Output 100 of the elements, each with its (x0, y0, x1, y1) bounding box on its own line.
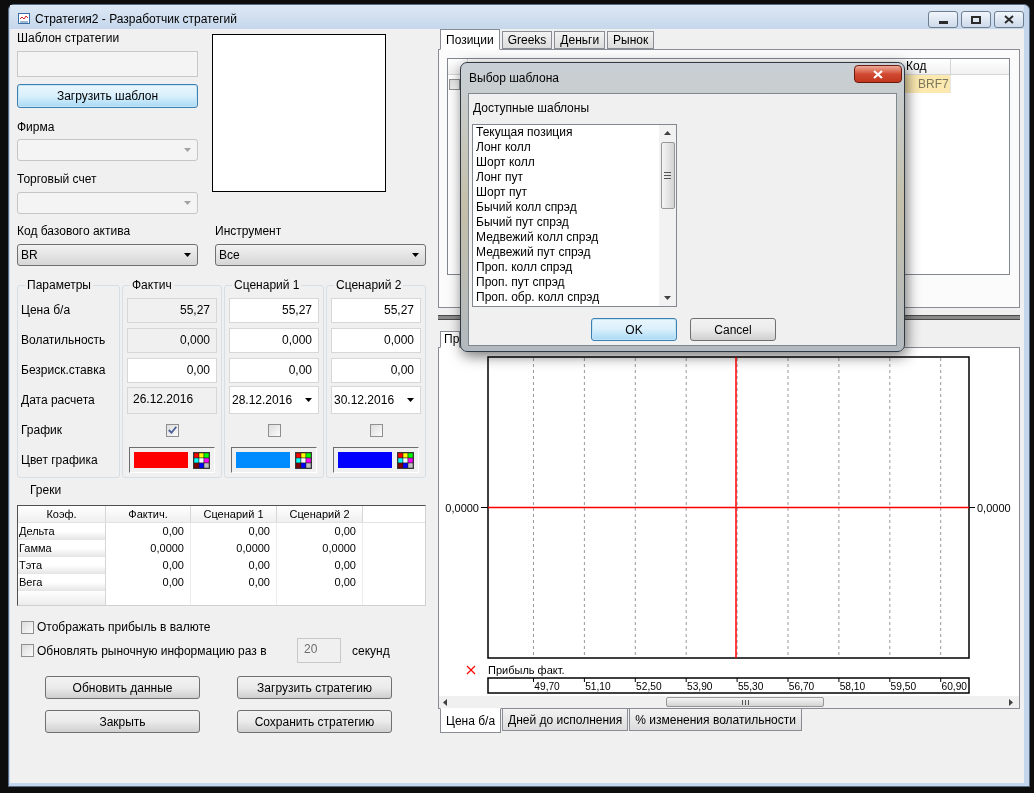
number-field[interactable]: 0,000 (331, 327, 421, 353)
number-field[interactable]: 0,00 (331, 357, 421, 383)
field-label: Инструмент (215, 223, 282, 239)
x-axis-label: 55,30 (737, 681, 764, 692)
cross-marker-icon (466, 665, 476, 675)
scroll-right-arrow-icon[interactable] (1009, 698, 1013, 706)
input-field[interactable] (17, 51, 198, 77)
template-list[interactable]: Текущая позиция Лонг колл Шорт колл Лонг пут Шорт пут Бычий колл спрэд Бычий пут спрэд Медвежий колл спрэд Медвежий пут спрэд Проп. колл спрэд Проп. пут спрэд Проп. обр. колл спрэд (472, 124, 677, 307)
list-item[interactable]: Бычий пут спрэд (473, 215, 572, 230)
list-item[interactable]: Бычий колл спрэд (473, 200, 580, 215)
row-label: Волатильность (21, 332, 106, 348)
scroll-left-arrow-icon[interactable] (443, 698, 447, 706)
list-item[interactable]: Проп. пут спрэд (473, 275, 568, 290)
scroll-down-arrow-icon[interactable] (664, 296, 671, 300)
maximize-button[interactable] (961, 11, 991, 28)
x-axis-label: 51,10 (585, 681, 611, 692)
list-item[interactable]: Медвежий пут спрэд (473, 245, 594, 260)
grip-icon (664, 172, 671, 179)
field-label: Торговый счет (17, 171, 97, 187)
field-label: Доступные шаблоны (473, 100, 590, 116)
x-axis-label: 56,70 (788, 681, 815, 692)
group-title: Сценарий 2 (336, 278, 402, 292)
row-header: Дельта (18, 523, 106, 540)
dropdown-arrow-icon (412, 253, 419, 257)
dialog-button[interactable]: OK (591, 318, 677, 341)
load-template-button[interactable]: Загрузить шаблон (17, 84, 198, 108)
list-item[interactable]: Лонг пут (473, 170, 526, 185)
checkbox-label: Отображать прибыль в валюте (37, 619, 211, 635)
x-axis-label: 58,10 (839, 681, 866, 692)
instrument-dropdown[interactable]: Все (215, 244, 426, 266)
tab[interactable]: Рынок (607, 31, 655, 49)
unit-label: секунд (352, 642, 390, 659)
checkbox[interactable] (267, 423, 281, 437)
asset-dropdown[interactable]: BR (17, 244, 198, 266)
close-icon (873, 69, 883, 79)
x-axis-label: 53,90 (687, 681, 713, 692)
field-label: Фирма (17, 119, 55, 135)
tab[interactable]: % изменения волатильности (629, 709, 802, 731)
dialog-button[interactable]: Cancel (690, 318, 776, 341)
color-picker[interactable] (129, 447, 215, 473)
checkmark-icon (167, 426, 177, 434)
date-field[interactable]: 26.12.2016 (127, 386, 217, 414)
list-item[interactable]: Шорт пут (473, 185, 530, 200)
table-cell: 0,00 (277, 523, 363, 540)
field-label: Шаблон стратегии (17, 30, 120, 46)
tab[interactable]: Дней до исполнения (502, 709, 629, 731)
row-header: Тэта (18, 557, 106, 574)
x-axis-label: 60,90 (941, 681, 967, 692)
number-field[interactable]: 0,00 (127, 357, 217, 383)
action-button[interactable]: Сохранить стратегию (237, 710, 392, 733)
action-button[interactable]: Загрузить стратегию (237, 676, 392, 699)
color-grid-icon[interactable] (193, 451, 210, 469)
dropdown-arrow-icon (184, 148, 191, 152)
checkbox[interactable] (21, 644, 34, 657)
number-field[interactable]: 55,27 (331, 297, 421, 323)
color-picker[interactable] (333, 447, 419, 473)
tab[interactable]: Пр (440, 331, 460, 348)
scrollbar-thumb[interactable] (660, 142, 675, 209)
tab[interactable]: Позиции (440, 29, 500, 50)
number-field[interactable]: 0,000 (127, 327, 217, 353)
minimize-button[interactable] (928, 11, 958, 28)
scrollbar-thumb[interactable] (666, 697, 824, 707)
table-cell: 0,0000 (191, 540, 277, 557)
number-field[interactable]: 55,27 (127, 297, 217, 323)
color-picker[interactable] (231, 447, 317, 473)
scroll-up-arrow-icon[interactable] (664, 131, 671, 135)
column-header: Сценарий 2 (277, 506, 363, 522)
list-item[interactable]: Проп. колл спрэд (473, 260, 576, 275)
table-cell: 0,00 (191, 523, 277, 540)
tab[interactable]: Greeks (501, 31, 553, 49)
tab[interactable]: Цена б/а (440, 708, 502, 733)
table-cell: 0,0000 (106, 540, 191, 557)
date-picker[interactable]: 28.12.2016 (229, 386, 319, 414)
action-button[interactable]: Закрыть (45, 710, 200, 733)
row-label: График (21, 422, 62, 438)
close-button[interactable] (994, 11, 1024, 28)
number-field[interactable]: 0,000 (229, 327, 319, 353)
close-button[interactable] (854, 65, 902, 83)
dropdown-arrow-icon (305, 398, 312, 402)
number-field[interactable]: 55,27 (229, 297, 319, 323)
table-cell: 0,00 (277, 574, 363, 591)
window-title: Стратегия2 - Разработчик стратегий (35, 11, 237, 27)
x-axis-label: 49,70 (534, 681, 560, 692)
date-picker[interactable]: 30.12.2016 (331, 386, 421, 414)
checkbox[interactable] (21, 620, 34, 634)
color-grid-icon[interactable] (295, 451, 312, 469)
action-button[interactable]: Обновить данные (45, 676, 200, 699)
tab[interactable]: Деньги (554, 31, 606, 49)
list-item[interactable]: Проп. обр. колл спрэд (473, 290, 603, 305)
list-item[interactable]: Медвежий колл спрэд (473, 230, 602, 245)
color-grid-icon[interactable] (397, 451, 414, 469)
checkbox[interactable] (165, 423, 179, 437)
number-field[interactable]: 0,00 (229, 357, 319, 383)
dialog-title: Выбор шаблона (469, 70, 559, 86)
zero-level-label: 0,0000 (445, 501, 479, 514)
checkbox[interactable] (449, 78, 460, 90)
zero-level-label: 0,0000 (977, 501, 1011, 514)
dropdown-arrow-icon (184, 201, 191, 205)
maximize-icon (971, 15, 981, 24)
checkbox[interactable] (369, 423, 383, 437)
